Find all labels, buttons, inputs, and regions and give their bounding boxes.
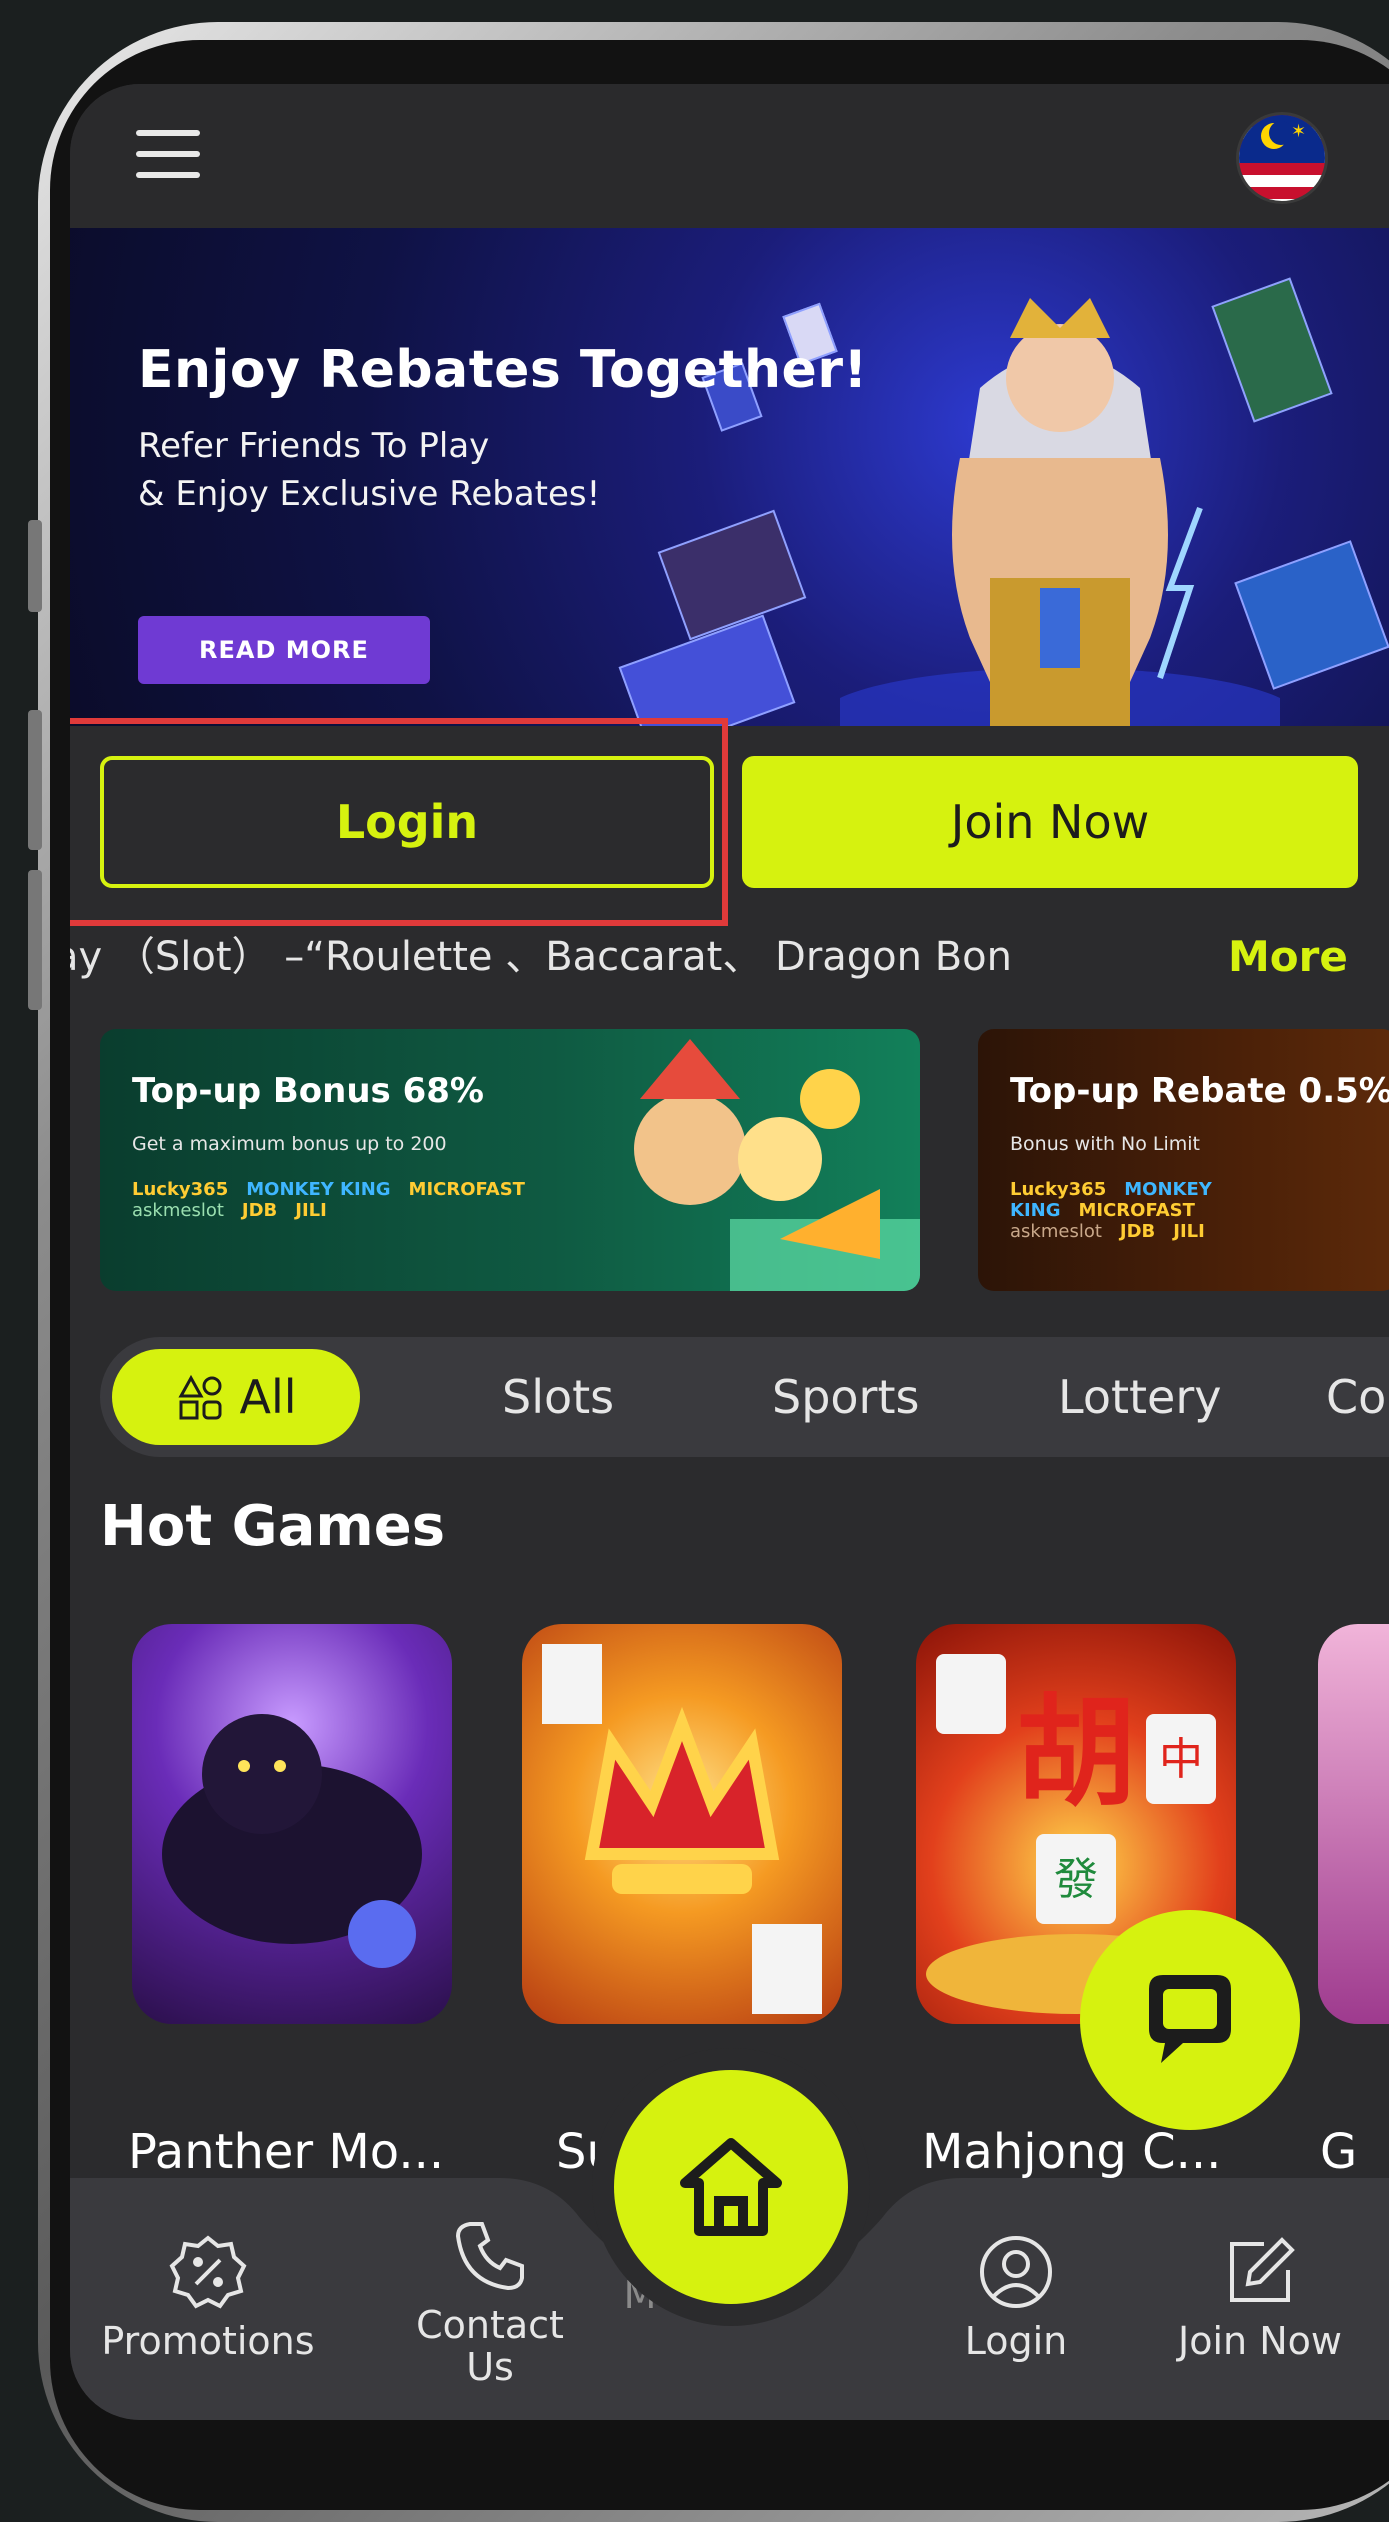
nav-contact-label: Contact xyxy=(416,2303,564,2347)
volume-button xyxy=(28,710,42,850)
game-name: Su xyxy=(556,2124,617,2180)
svg-text:中: 中 xyxy=(1159,1734,1203,1785)
promo-banner[interactable]: Enjoy Rebates Together! Refer Friends To… xyxy=(70,228,1389,726)
tab-lottery[interactable]: Lottery xyxy=(1058,1349,1221,1445)
provider-logo: JILI xyxy=(1173,1221,1205,1242)
announcement-marquee: ay （Slot） –“Roulette 、Baccarat、 Dragon B… xyxy=(70,922,1200,992)
panther-game-image xyxy=(162,1714,422,1968)
home-icon xyxy=(680,2138,782,2236)
provider-logo: JDB xyxy=(1119,1221,1156,1242)
svg-text:胡: 胡 xyxy=(1016,1684,1136,1823)
categories-icon xyxy=(178,1374,222,1420)
provider-logos: Lucky365 MONKEY KING MICROFAST askmeslot JD… xyxy=(1010,1179,1389,1242)
nav-contact-us[interactable]: Contact Us xyxy=(370,2216,610,2388)
nav-login-label: Login xyxy=(964,2319,1068,2363)
banner-subtitle: Refer Friends To Play xyxy=(138,426,490,466)
app-screen: ✶ Enjoy Rebates Together! Refer Friends … xyxy=(70,84,1389,2420)
hot-games-title: Hot Games xyxy=(100,1494,446,1559)
edit-icon xyxy=(1230,2237,1295,2302)
category-tabs: All Slots Sports Lottery Co xyxy=(100,1337,1389,1457)
tab-sports[interactable]: Sports xyxy=(772,1349,919,1445)
nav-join-label: Join Now xyxy=(1178,2319,1342,2363)
provider-logo: MONKEY KING xyxy=(246,1179,391,1200)
home-button[interactable] xyxy=(614,2070,848,2304)
provider-logo: MICROFAST xyxy=(1078,1200,1195,1221)
game-name: Mahjong C... xyxy=(922,2124,1222,2180)
promo-subtitle: Bonus with No Limit xyxy=(1010,1133,1201,1155)
horse-racing-image xyxy=(657,509,807,641)
tab-label: All xyxy=(239,1370,297,1424)
crown-game-image xyxy=(542,1644,822,2014)
svg-text:發: 發 xyxy=(1054,1854,1098,1905)
power-button xyxy=(28,870,42,1010)
banner-subtitle: & Enjoy Exclusive Rebates! xyxy=(138,474,601,514)
discount-badge-icon xyxy=(169,2235,247,2309)
banner-title: Enjoy Rebates Together! xyxy=(138,340,868,400)
nav-promotions[interactable]: Promotions xyxy=(70,2232,346,2362)
malaysia-flag-icon[interactable]: ✶ xyxy=(1236,112,1328,204)
provider-logo: Lucky365 xyxy=(132,1179,229,1200)
nav-join-now[interactable]: Join Now xyxy=(1130,2232,1389,2362)
announcement-text: ay （Slot） –“Roulette 、Baccarat、 Dragon B… xyxy=(70,934,1012,980)
volume-button xyxy=(28,520,42,612)
join-now-button[interactable]: Join Now xyxy=(742,756,1358,888)
read-more-button[interactable]: READ MORE xyxy=(138,616,430,684)
zeus-character-image xyxy=(840,298,1280,726)
provider-logo: Lucky365 xyxy=(1010,1179,1107,1200)
provider-logos: Lucky365 MONKEY KING MICROFAST askmeslot JD… xyxy=(132,1179,543,1221)
provider-logo: JDB xyxy=(241,1200,278,1221)
promo-title: Top-up Rebate 0.5% xyxy=(1010,1071,1389,1111)
tab-all[interactable]: All xyxy=(112,1349,360,1445)
game-name: G xyxy=(1320,2124,1358,2180)
phone-icon xyxy=(455,2222,524,2291)
marquee-fade xyxy=(1120,922,1230,992)
provider-logo: askmeslot xyxy=(1010,1221,1102,1242)
top-bar: ✶ xyxy=(70,84,1389,228)
game-name: Panther Mo... xyxy=(128,2124,445,2180)
promo-card[interactable]: Top-up Rebate 0.5% Bonus with No Limit L… xyxy=(978,1029,1389,1291)
nav-promotions-label: Promotions xyxy=(101,2319,315,2363)
nav-login[interactable]: Login xyxy=(906,2232,1126,2362)
game-tile-super-ace[interactable] xyxy=(522,1624,842,2024)
live-chat-button[interactable] xyxy=(1080,1910,1300,2130)
provider-logo: JILI xyxy=(295,1200,327,1221)
more-link[interactable]: More xyxy=(1228,922,1348,992)
game-tile-partial[interactable] xyxy=(1318,1624,1389,2024)
login-highlight-box xyxy=(70,718,728,926)
user-circle-icon xyxy=(980,2236,1052,2308)
nav-contact-label: Us xyxy=(466,2345,514,2389)
tab-slots[interactable]: Slots xyxy=(502,1349,614,1445)
promo-title: Top-up Bonus 68% xyxy=(132,1071,485,1111)
provider-logo: askmeslot xyxy=(132,1200,224,1221)
hamburger-menu-icon[interactable] xyxy=(136,130,200,178)
provider-logo: MICROFAST xyxy=(408,1179,525,1200)
game-tile-panther[interactable] xyxy=(132,1624,452,2024)
promo-subtitle: Get a maximum bonus up to 200 xyxy=(132,1133,447,1155)
tab-casino[interactable]: Co xyxy=(1326,1349,1386,1445)
promo-character-image xyxy=(634,1039,920,1291)
chat-bubble-icon xyxy=(1149,1975,1231,2063)
promo-card[interactable]: Top-up Bonus 68% Get a maximum bonus up … xyxy=(100,1029,920,1291)
